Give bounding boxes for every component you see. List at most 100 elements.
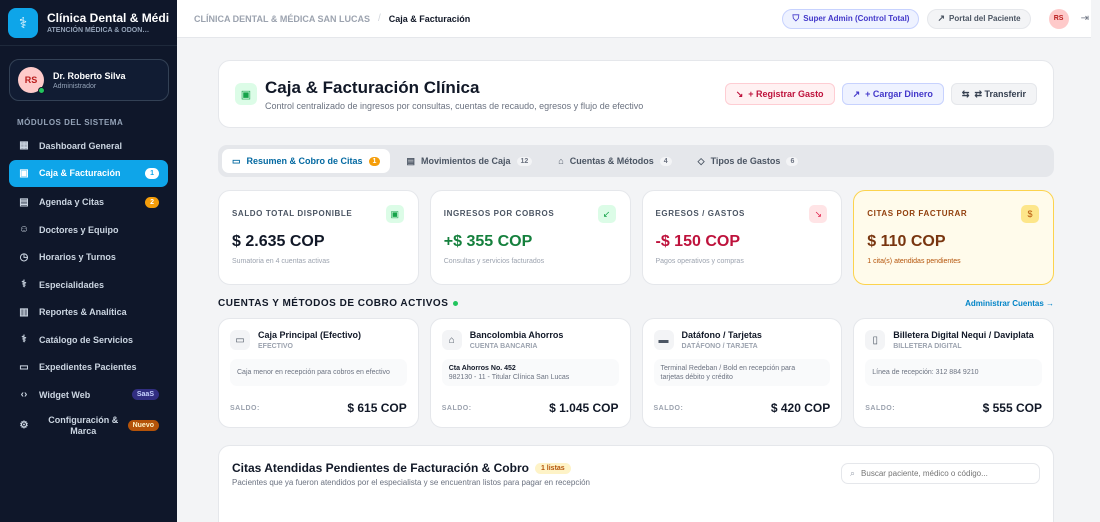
account-card-datafono[interactable]: ▬ Datáfono / Tarjetas DATÁFONO / TARJETA… [641, 318, 843, 428]
stat-card-ingresos: INGRESOS POR COBROS ↙ +$ 355 COP Consult… [429, 190, 631, 285]
tab-count: 4 [659, 156, 672, 166]
breadcrumb-current-page: Caja & Facturación [388, 13, 471, 24]
tab-cuentas[interactable]: ⌂ Cuentas & Métodos 4 [548, 149, 681, 173]
main-area: CLÍNICA DENTAL & MÉDICA SAN LUCAS / Caja… [177, 0, 1100, 522]
sidebar-item-reportes[interactable]: ▥ Reportes & Analítica [9, 299, 168, 327]
register-expense-button[interactable]: ↘ + Registrar Gasto [724, 83, 835, 105]
tab-count: 6 [786, 156, 799, 166]
patient-portal-label: Portal del Paciente [949, 14, 1021, 23]
account-description: Terminal Redeban / Bold en recepción par… [653, 359, 831, 386]
bar-chart-icon: ▥ [19, 306, 29, 318]
user-role: Administrador [53, 82, 97, 90]
sidebar-item-especialidades[interactable]: ⚕ Especialidades [9, 271, 168, 299]
sidebar-item-horarios[interactable]: ◷ Horarios y Turnos [9, 244, 168, 272]
balance-label: SALDO: [653, 404, 684, 412]
sidebar-item-catalogo[interactable]: ⚕ Catálogo de Servicios [9, 326, 168, 354]
credit-card-icon: ▬ [653, 330, 674, 350]
stat-label: INGRESOS POR COBROS [443, 209, 555, 218]
user-name: Dr. Roberto Silva [53, 70, 126, 81]
tab-movimientos[interactable]: ▤ Movimientos de Caja 12 [396, 149, 542, 173]
tab-count: 12 [516, 156, 533, 166]
grid-icon: ▦ [19, 140, 29, 152]
brand[interactable]: ⚕ Clínica Dental & Médic… ATENCIÓN MÉDIC… [0, 0, 177, 46]
load-money-label: + Cargar Dinero [865, 89, 933, 99]
user-card[interactable]: RS Dr. Roberto Silva Administrador [9, 59, 169, 101]
cash-register-icon: ▣ [19, 167, 29, 179]
tab-label: Cuentas & Métodos [569, 156, 654, 166]
balance-label: SALDO: [230, 404, 260, 412]
breadcrumb-clinic[interactable]: CLÍNICA DENTAL & MÉDICA SAN LUCAS [194, 14, 370, 24]
external-link-icon: ↗ [937, 13, 946, 23]
bank-icon: ⌂ [441, 330, 462, 350]
tab-resumen[interactable]: ▭ Resumen & Cobro de Citas 1 [222, 149, 391, 173]
stat-note: 1 cita(s) atendidas pendientes [867, 258, 961, 265]
sidebar-item-expedientes[interactable]: ▭ Expedientes Pacientes [9, 354, 168, 382]
page-subtitle: Control centralizado de ingresos por con… [265, 100, 644, 111]
account-description: Cta Ahorros No. 452 982130 - 11 - Titula… [441, 359, 619, 386]
page-title: Caja & Facturación Clínica [265, 77, 480, 97]
account-balance: $ 555 COP [982, 401, 1042, 415]
account-card-bancolombia[interactable]: ⌂ Bancolombia Ahorros CUENTA BANCARIA Ct… [429, 318, 631, 428]
tab-label: Resumen & Cobro de Citas [246, 156, 363, 166]
search-input[interactable] [861, 469, 1022, 478]
avatar[interactable]: RS [1048, 8, 1069, 29]
sidebar-item-label: Doctores y Equipo [39, 224, 119, 235]
account-type: DATÁFONO / TARJETA [681, 343, 758, 350]
balance-label: SALDO: [441, 404, 472, 412]
account-card-caja-principal[interactable]: ▭ Caja Principal (Efectivo) EFECTIVO Caj… [218, 318, 419, 428]
cash-icon: ▭ [230, 330, 250, 350]
sidebar-item-label: Expedientes Pacientes [39, 362, 137, 373]
sidebar-item-dashboard[interactable]: ▦ Dashboard General [9, 132, 168, 160]
account-balance: $ 1.045 COP [549, 401, 619, 415]
account-balance: $ 615 COP [347, 401, 407, 415]
patient-portal-button[interactable]: ↗ Portal del Paciente [927, 8, 1031, 29]
sidebar-item-doctores[interactable]: ☺ Doctores y Equipo [9, 216, 168, 244]
sidebar-item-configuracion[interactable]: ⚙ Configuración & Marca Nuevo [9, 409, 168, 443]
stat-card-egresos: EGRESOS / GASTOS ↘ -$ 150 COP Pagos oper… [641, 190, 843, 285]
account-description-line: Caja menor en recepción para cobros en e… [237, 369, 390, 376]
tab-tipos-gastos[interactable]: ◇ Tipos de Gastos 6 [688, 149, 809, 173]
sidebar-item-agenda[interactable]: ▤ Agenda y Citas 2 [9, 189, 168, 217]
transfer-button[interactable]: ⇆ ⇄ Transferir [950, 83, 1037, 105]
sidebar-item-label: Agenda y Citas [39, 197, 105, 208]
logout-icon[interactable]: ⇥ [1081, 13, 1089, 24]
account-description: Línea de recepción: 312 884 9210 [865, 359, 1042, 386]
invoice-icon: $ [1021, 205, 1039, 223]
scrollbar[interactable] [1091, 0, 1100, 522]
nav-section-title: MÓDULOS DEL SISTEMA [17, 118, 124, 127]
sidebar-item-widget[interactable]: ‹› Widget Web SaaS [9, 381, 168, 409]
trending-down-icon: ↘ [735, 88, 744, 99]
card-icon: ▭ [232, 155, 241, 166]
tab-label: Movimientos de Caja [420, 156, 511, 166]
cash-register-icon: ▣ [235, 83, 257, 105]
stat-value: +$ 355 COP [443, 233, 533, 250]
page-content: ▣ Caja & Facturación Clínica Control cen… [218, 60, 1054, 522]
wallet-icon: ▣ [385, 205, 404, 223]
account-type: BILLETERA DIGITAL [893, 343, 962, 350]
stat-value: -$ 150 COP [655, 233, 740, 250]
sidebar-item-label: Widget Web [39, 389, 91, 400]
smartphone-icon: ▯ [865, 330, 886, 350]
super-admin-badge[interactable]: ⛉ Super Admin (Control Total) [782, 8, 920, 29]
balance-label: SALDO: [865, 404, 896, 412]
search-box[interactable]: ⌕ [841, 463, 1040, 484]
sidebar-item-caja[interactable]: ▣ Caja & Facturación 1 [9, 159, 168, 187]
account-description-line: Línea de recepción: 312 884 9210 [872, 369, 979, 376]
account-card-billetera[interactable]: ▯ Billetera Digital Nequi / Daviplata BI… [853, 318, 1054, 428]
stat-note: Sumatoria en 4 cuentas activas [232, 258, 330, 265]
account-name: Billetera Digital Nequi / Daviplata [893, 330, 1034, 340]
load-money-button[interactable]: ↗ + Cargar Dinero [841, 83, 944, 105]
account-balance: $ 420 COP [770, 401, 831, 415]
account-name: Bancolombia Ahorros [469, 330, 564, 340]
tab-bar: ▭ Resumen & Cobro de Citas 1 ▤ Movimient… [218, 145, 1054, 177]
live-status-dot [453, 300, 459, 306]
sidebar-item-label: Configuración & Marca [48, 414, 119, 436]
accounts-section-header: CUENTAS Y MÉTODOS DE COBRO ACTIVOS Admin… [218, 297, 1054, 309]
search-icon: ⌕ [850, 468, 856, 478]
brand-subtitle: ATENCIÓN MÉDICA & ODON… [47, 27, 150, 34]
manage-accounts-link[interactable]: Administrar Cuentas → [965, 299, 1054, 308]
trending-down-icon: ↘ [809, 205, 828, 223]
topbar: CLÍNICA DENTAL & MÉDICA SAN LUCAS / Caja… [177, 0, 1100, 38]
sidebar-item-label: Dashboard General [39, 140, 123, 151]
page-header: ▣ Caja & Facturación Clínica Control cen… [218, 60, 1054, 128]
